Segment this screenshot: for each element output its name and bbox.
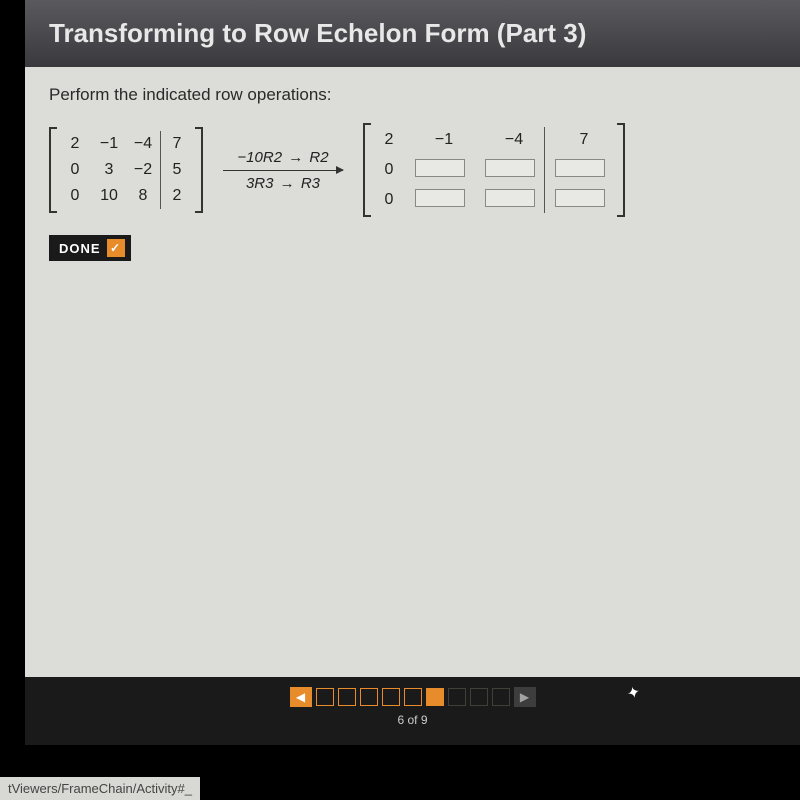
nav-controls: ◀ ▶ — [290, 687, 536, 707]
nav-box-9[interactable] — [492, 688, 510, 706]
nav-box-container — [316, 688, 510, 706]
answer-input-r3c4[interactable] — [555, 189, 605, 207]
res-cell: 0 — [375, 159, 403, 181]
source-matrix: 2 −1 −4 7 0 3 −2 5 0 10 8 2 — [49, 127, 203, 213]
status-bar: tViewers/FrameChain/Activity#_ — [0, 777, 200, 800]
nav-prev-button[interactable]: ◀ — [290, 687, 312, 707]
res-cell: 0 — [375, 189, 403, 211]
arrow-icon: → — [280, 175, 295, 192]
res-cell: −4 — [485, 129, 543, 151]
bracket-right — [195, 127, 203, 213]
nav-box-7[interactable] — [448, 688, 466, 706]
bracket-left — [363, 123, 371, 217]
res-cell: −1 — [415, 129, 473, 151]
transform-arrow-icon — [223, 170, 343, 171]
title-bar: Transforming to Row Echelon Form (Part 3… — [25, 0, 800, 67]
nav-position-text: 6 of 9 — [397, 713, 427, 727]
problem-row: 2 −1 −4 7 0 3 −2 5 0 10 8 2 −10R2 — [49, 123, 776, 217]
operation-2: 3R3 → R3 — [246, 175, 320, 192]
nav-box-3[interactable] — [360, 688, 378, 706]
op2-rhs: R3 — [301, 175, 320, 192]
nav-box-1[interactable] — [316, 688, 334, 706]
res-cell: 2 — [375, 129, 403, 151]
operation-1: −10R2 → R2 — [237, 149, 328, 166]
nav-box-4[interactable] — [382, 688, 400, 706]
src-cell: −2 — [129, 159, 157, 181]
nav-box-6[interactable] — [426, 688, 444, 706]
row-operations: −10R2 → R2 3R3 → R3 — [223, 149, 343, 192]
answer-input-r2c3[interactable] — [485, 159, 535, 177]
cursor-icon: ✦ — [624, 682, 642, 705]
res-cell: 7 — [555, 129, 613, 151]
check-icon: ✓ — [107, 239, 125, 257]
op1-rhs: R2 — [309, 149, 328, 166]
src-cell: 7 — [163, 133, 191, 155]
answer-input-r2c2[interactable] — [415, 159, 465, 177]
instruction-text: Perform the indicated row operations: — [49, 85, 776, 105]
bracket-right — [617, 123, 625, 217]
done-button[interactable]: DONE ✓ — [49, 235, 131, 261]
nav-box-8[interactable] — [470, 688, 488, 706]
answer-input-r3c2[interactable] — [415, 189, 465, 207]
op1-lhs: −10R2 — [237, 149, 282, 166]
content-area: Perform the indicated row operations: 2 … — [25, 67, 800, 679]
src-cell: −1 — [95, 133, 123, 155]
src-cell: 0 — [61, 159, 89, 181]
src-cell: 0 — [61, 185, 89, 207]
src-cell: 10 — [95, 185, 123, 207]
src-cell: −4 — [129, 133, 157, 155]
src-cell: 2 — [163, 185, 191, 207]
answer-input-r2c4[interactable] — [555, 159, 605, 177]
nav-box-2[interactable] — [338, 688, 356, 706]
arrow-icon: → — [288, 149, 303, 166]
op2-lhs: 3R3 — [246, 175, 274, 192]
src-cell: 5 — [163, 159, 191, 181]
nav-box-5[interactable] — [404, 688, 422, 706]
result-matrix: 2 −1 −4 7 0 0 — [363, 123, 625, 217]
src-cell: 3 — [95, 159, 123, 181]
bracket-left — [49, 127, 57, 213]
src-cell: 2 — [61, 133, 89, 155]
src-cell: 8 — [129, 185, 157, 207]
answer-input-r3c3[interactable] — [485, 189, 535, 207]
page-title: Transforming to Row Echelon Form (Part 3… — [49, 18, 586, 48]
done-label: DONE — [59, 241, 101, 256]
nav-bar: ◀ ▶ 6 of 9 ✦ — [25, 677, 800, 745]
nav-next-button[interactable]: ▶ — [514, 687, 536, 707]
